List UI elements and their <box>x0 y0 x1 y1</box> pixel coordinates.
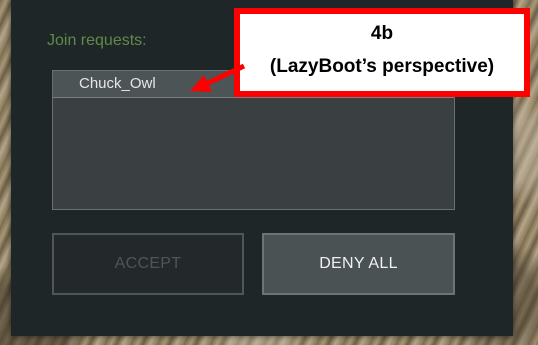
annotation-arrow-icon <box>190 63 246 92</box>
